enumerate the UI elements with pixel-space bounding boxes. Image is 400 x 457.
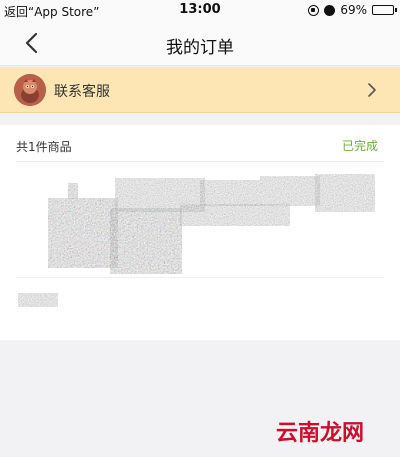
status-bar: 返回“App Store” 13:00 69% <box>0 0 400 20</box>
customer-service-banner[interactable]: 联系客服 <box>0 67 400 113</box>
divider <box>16 161 384 162</box>
customer-service-label: 联系客服 <box>54 84 110 100</box>
redacted-product-detail <box>18 293 58 307</box>
status-indicators: 69% <box>308 3 397 17</box>
item-count: 共1件商品 <box>16 140 72 154</box>
divider <box>16 277 384 278</box>
rotation-lock-icon <box>308 4 320 16</box>
battery-icon <box>372 5 397 15</box>
watermark-logo: 云南龙网 <box>276 421 364 446</box>
battery-percent: 69% <box>340 3 367 17</box>
order-card[interactable]: 共1件商品 已完成 <box>0 125 400 340</box>
page-title: 我的订单 <box>166 38 234 58</box>
service-avatar-icon <box>14 74 46 106</box>
nav-bar: 我的订单 <box>0 20 400 66</box>
order-status: 已完成 <box>341 139 378 153</box>
alarm-icon <box>324 4 336 16</box>
redacted-product-image <box>48 183 182 274</box>
svg-text:云南龙网: 云南龙网 <box>276 421 364 446</box>
chevron-right-icon <box>368 83 376 97</box>
